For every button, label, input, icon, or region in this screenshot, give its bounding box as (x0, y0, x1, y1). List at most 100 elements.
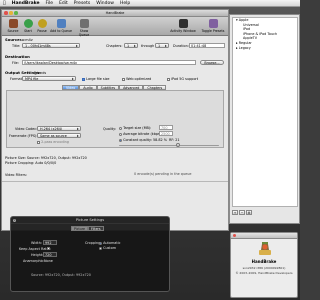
hud-close-icon[interactable]: × (13, 218, 16, 222)
menu-handbrake[interactable]: HandBrake (12, 1, 40, 6)
chapter-end-popup[interactable]: 1 (155, 43, 169, 48)
preset-options-gear-icon[interactable]: ⚙ (246, 210, 252, 215)
through-label: through (141, 44, 155, 48)
avg-bitrate-field[interactable]: 2500 (159, 131, 173, 136)
handbrake-logo-icon (259, 242, 271, 255)
activity-window-button[interactable]: Activity Window (170, 19, 196, 33)
crop-custom-radio[interactable]: Custom (99, 246, 116, 250)
title-popup[interactable]: 1 - 00h41m48s (22, 43, 80, 48)
presets-drawer: ▾ Apple Universal iPod iPhone & iPod Tou… (229, 14, 300, 224)
rf-value: RF: 21 (169, 138, 180, 142)
quality-slider-knob[interactable] (176, 143, 180, 147)
picture-settings-hud: × Picture Settings Picture Filters Width… (10, 216, 170, 292)
two-pass-checkbox[interactable]: 2-pass encoding (37, 140, 69, 144)
browse-button[interactable]: Browse... (200, 60, 224, 65)
queue-status: 0 encode(s) pending in the queue (134, 172, 192, 176)
avg-bitrate-radio[interactable]: Average bitrate (kbps): (119, 132, 162, 136)
height-field[interactable]: 720 (43, 252, 57, 257)
minimize-button[interactable] (9, 11, 13, 15)
chapter-start-popup[interactable]: 1 (124, 43, 138, 48)
toggle-presets-icon (208, 19, 218, 28)
presets-tools: + − ⚙ (232, 210, 252, 215)
hud-segmented-control: Picture Filters (71, 226, 104, 231)
two-pass-check[interactable] (37, 140, 40, 144)
format-popup[interactable]: MP4 file (22, 76, 76, 81)
height-label: Height: (31, 253, 44, 257)
constant-quality-radio-dot[interactable] (119, 138, 122, 142)
target-size-radio-dot[interactable] (119, 126, 122, 130)
add-to-queue-icon (56, 19, 66, 28)
width-label: Width: (31, 241, 42, 245)
menu-presets[interactable]: Presets (74, 1, 90, 6)
show-queue-button[interactable]: Show Queue (74, 19, 94, 37)
duration-label: Duration: (173, 44, 189, 48)
hud-tab-picture[interactable]: Picture (71, 226, 88, 231)
width-field[interactable]: 992 (43, 240, 57, 245)
add-preset-button[interactable]: + (232, 210, 238, 215)
menu-help[interactable]: Help (120, 1, 130, 6)
video-filters-text: Video Filters: (5, 173, 27, 177)
start-button[interactable]: Start (22, 19, 34, 33)
constant-quality-radio[interactable]: Constant quality: 58.82 % (119, 138, 167, 142)
main-titlebar[interactable]: HandBrake (2, 10, 228, 17)
hud-title: Picture Settings (11, 217, 169, 224)
about-titlebar[interactable] (231, 233, 297, 239)
apple-menu-icon[interactable]:  (3, 1, 6, 6)
video-codec-popup[interactable]: H.264 (x264) (37, 126, 81, 131)
target-size-field[interactable]: 700 (159, 125, 173, 130)
large-file-checkbox[interactable]: Large file size (82, 77, 110, 81)
close-button[interactable] (4, 11, 8, 15)
source-button[interactable]: Source (6, 19, 20, 33)
large-file-check[interactable] (82, 77, 85, 81)
web-optimized-checkbox[interactable]: Web optimized (122, 77, 151, 81)
zoom-button[interactable] (14, 11, 18, 15)
web-optimized-check[interactable] (122, 77, 125, 81)
menu-edit[interactable]: Edit (59, 1, 68, 6)
avg-bitrate-radio-dot[interactable] (119, 132, 122, 136)
crop-custom-dot[interactable] (99, 246, 102, 250)
anamorphic-label: Anamorphic: (23, 259, 45, 263)
toolbar: Source Start Pause Add to Queue Show Que… (2, 17, 228, 37)
activity-window-icon (178, 19, 188, 28)
target-size-radio[interactable]: Target size (MB): (119, 126, 151, 130)
anamorphic-value[interactable]: None (44, 259, 53, 263)
source-icon (8, 19, 18, 28)
hud-source-line: Source: 992x720, Output: 992x720 (31, 273, 91, 277)
add-to-queue-button[interactable]: Add to Queue (50, 19, 72, 33)
ipod-support-checkbox[interactable]: iPod 5G support (167, 77, 198, 81)
output-preset-name: Friends (34, 70, 47, 75)
about-version: svn2932 i386 (2009092801) (242, 266, 286, 270)
pause-icon (37, 19, 47, 28)
crop-auto-dot[interactable] (99, 241, 102, 245)
quality-slider-track[interactable] (119, 145, 219, 147)
hud-tab-filters[interactable]: Filters (87, 226, 104, 231)
file-path-field[interactable]: /Users/jkaplan/Desktop/sw.m4v (22, 60, 196, 65)
framerate-label: Framerate (FPS): (9, 134, 38, 138)
framerate-popup[interactable]: Same as source (37, 133, 81, 138)
file-label: File: (12, 61, 19, 65)
title-label: Title: (12, 44, 21, 48)
presets-list: ▾ Apple Universal iPod iPhone & iPod Tou… (232, 17, 298, 207)
menu-file[interactable]: File (46, 1, 54, 6)
about-app-name: HandBrake (251, 259, 277, 264)
ipod-support-check[interactable] (167, 77, 170, 81)
source-label: Source: (5, 37, 22, 42)
keep-aspect-check[interactable] (47, 247, 50, 250)
duration-field[interactable]: 01:41:48 (189, 43, 225, 48)
about-window: HandBrake svn2932 i386 (2009092801) © 20… (230, 232, 298, 298)
preset-group-legacy[interactable]: ▸ Legacy (233, 46, 297, 51)
menu-window[interactable]: Window (96, 1, 114, 6)
main-window: HandBrake Source Start Pause Add to Queu… (1, 9, 229, 231)
pause-button[interactable]: Pause (36, 19, 48, 33)
about-copyright: © 2003–2009, HandBrake Developers (235, 271, 293, 275)
source-value: sw.m4v (20, 37, 33, 42)
crop-auto-radio[interactable]: Automatic (99, 241, 120, 245)
remove-preset-button[interactable]: − (239, 210, 245, 215)
picture-cropping-text: Picture Cropping: Auto 0/0/0/0 (5, 161, 57, 165)
toggle-presets-button[interactable]: Toggle Presets (200, 19, 226, 33)
show-queue-icon (79, 19, 89, 28)
start-icon (23, 19, 33, 28)
menu-bar:  HandBrake File Edit Presets Window Hel… (0, 0, 300, 7)
chapters-label: Chapters: (106, 44, 123, 48)
about-close-button[interactable] (233, 234, 236, 237)
